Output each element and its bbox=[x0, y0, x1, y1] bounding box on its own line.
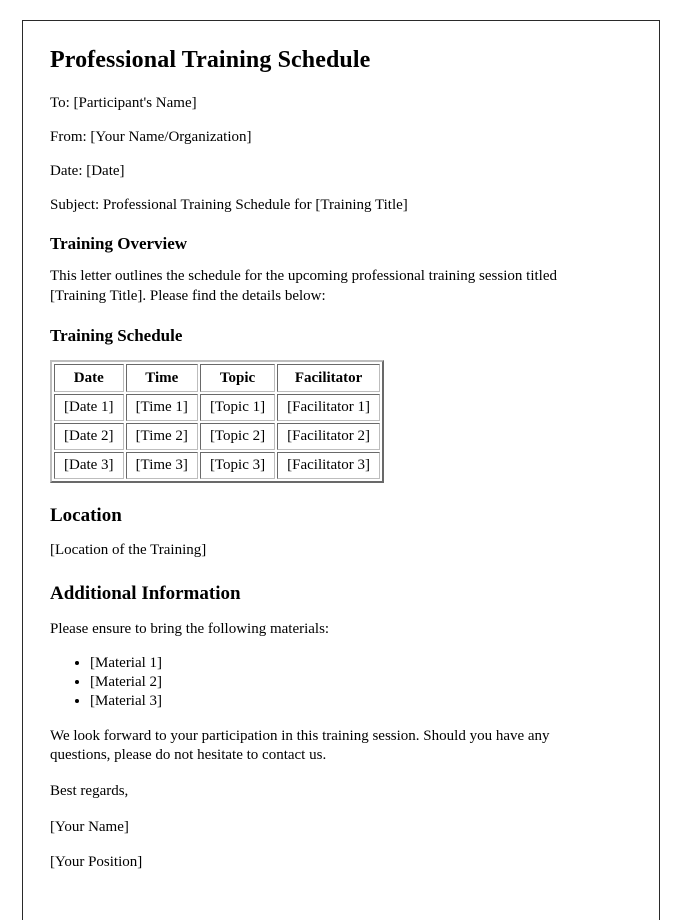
page-title: Professional Training Schedule bbox=[50, 47, 371, 73]
table-row: [Date 2] [Time 2] [Topic 2] [Facilitator… bbox=[54, 423, 381, 450]
column-header-facilitator: Facilitator bbox=[277, 363, 381, 393]
table-header-row: Date Time Topic Facilitator bbox=[54, 363, 381, 393]
column-header-date: Date bbox=[54, 363, 124, 393]
sender-line: From: [Your Name/Organization] bbox=[50, 128, 252, 145]
cell-date: [Date 2] bbox=[54, 423, 124, 450]
cell-topic: [Topic 2] bbox=[199, 423, 276, 450]
column-header-time: Time bbox=[125, 363, 198, 393]
table-row: [Date 1] [Time 1] [Topic 1] [Facilitator… bbox=[54, 394, 381, 422]
list-item: [Material 1] bbox=[90, 654, 629, 673]
materials-intro: Please ensure to bring the following mat… bbox=[50, 620, 330, 637]
table-row: [Date 3] [Time 3] [Topic 3] [Facilitator… bbox=[54, 451, 381, 479]
list-item: [Material 2] bbox=[90, 673, 629, 692]
cell-topic: [Topic 1] bbox=[199, 394, 276, 422]
table-body: [Date 1] [Time 1] [Topic 1] [Facilitator… bbox=[54, 394, 381, 479]
cell-time: [Time 3] bbox=[125, 451, 198, 479]
cell-date: [Date 3] bbox=[54, 451, 124, 479]
additional-information-heading: Additional Information bbox=[50, 583, 241, 605]
training-schedule-table: Date Time Topic Facilitator [Date 1] [Ti… bbox=[50, 359, 385, 483]
signature-position: [Your Position] bbox=[50, 854, 143, 871]
cell-date: [Date 1] bbox=[54, 394, 124, 422]
cell-facilitator: [Facilitator 3] bbox=[277, 451, 381, 479]
cell-facilitator: [Facilitator 1] bbox=[277, 394, 381, 422]
document-page: Professional Training Schedule To: [Part… bbox=[22, 20, 660, 920]
closing-paragraph: We look forward to your participation in… bbox=[50, 727, 550, 764]
date-line: Date: [Date] bbox=[50, 162, 125, 179]
cell-time: [Time 2] bbox=[125, 423, 198, 450]
signature-name: [Your Name] bbox=[50, 818, 129, 835]
location-text: [Location of the Training] bbox=[50, 542, 207, 559]
list-item: [Material 3] bbox=[90, 692, 629, 711]
materials-list: [Material 1] [Material 2] [Material 3] bbox=[50, 654, 629, 711]
recipient-line: To: [Participant's Name] bbox=[50, 94, 197, 111]
table-header: Date Time Topic Facilitator bbox=[54, 363, 381, 393]
subject-line: Subject: Professional Training Schedule … bbox=[50, 196, 408, 213]
cell-time: [Time 1] bbox=[125, 394, 198, 422]
training-schedule-heading: Training Schedule bbox=[50, 326, 183, 346]
cell-facilitator: [Facilitator 2] bbox=[277, 423, 381, 450]
cell-topic: [Topic 3] bbox=[199, 451, 276, 479]
training-overview-paragraph: This letter outlines the schedule for th… bbox=[50, 267, 557, 304]
training-overview-heading: Training Overview bbox=[50, 233, 188, 253]
document-content: Professional Training Schedule To: [Part… bbox=[23, 21, 659, 873]
location-heading: Location bbox=[50, 504, 122, 526]
salutation: Best regards, bbox=[50, 782, 129, 799]
column-header-topic: Topic bbox=[199, 363, 276, 393]
